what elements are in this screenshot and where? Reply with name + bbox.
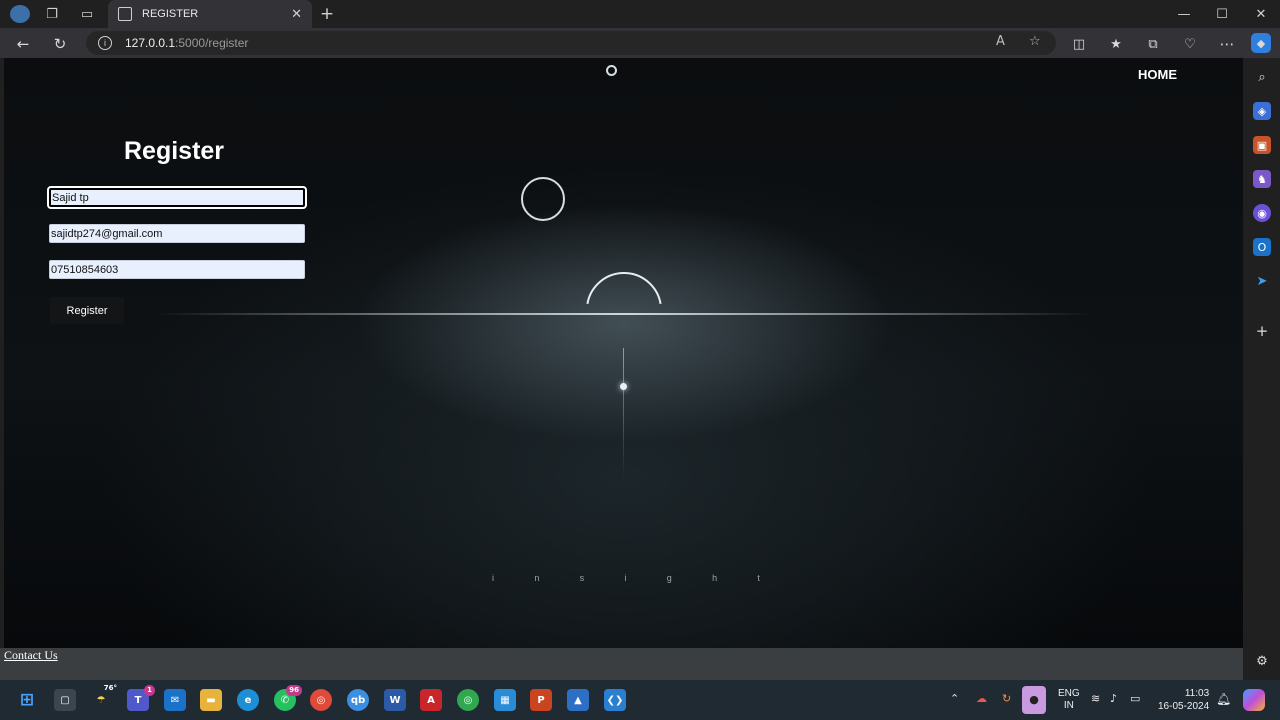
acrobat-icon[interactable]: A (420, 689, 442, 711)
sync-icon[interactable]: ↻ (1002, 692, 1011, 705)
back-button[interactable]: ← (12, 33, 34, 55)
phone-field[interactable] (49, 260, 305, 279)
edge-sidebar: ⌕ ◈ ▣ ♞ ◉ O ➤ + ⚙ (1243, 58, 1280, 680)
favorite-star-icon[interactable]: ☆ (1029, 34, 1041, 49)
calendar-app-icon[interactable]: ▦ (494, 689, 516, 711)
site-info-icon[interactable]: i (98, 36, 112, 50)
taskbar: ⊞ ▢ ☂ 76° T1 ✉ ▬ e ✆ 96 ◎ qb W A ◎ ▦ P ▲ ❮… (0, 680, 1280, 720)
close-window-button[interactable]: ✕ (1252, 5, 1270, 23)
tab-register[interactable]: REGISTER ✕ (108, 0, 312, 28)
background-letters: insight (492, 573, 762, 583)
whatsapp-icon[interactable]: ✆ 96 (274, 685, 302, 711)
shopping-tag-icon[interactable]: ◈ (1253, 102, 1271, 120)
search-icon[interactable]: ⌕ (1253, 68, 1271, 86)
volume-icon[interactable]: ♪ (1110, 692, 1117, 705)
settings-more-button[interactable]: ⋯ (1216, 33, 1238, 55)
file-explorer-icon[interactable]: ▬ (200, 689, 222, 711)
browser-toolbar: ← ↻ i 127.0.0.1:5000/register A ☆ ◫ ★ ⧉ … (0, 28, 1280, 58)
battery-icon[interactable]: ▭ (1130, 692, 1140, 705)
background-dot (620, 383, 627, 390)
nav-home-link[interactable]: HOME (1138, 67, 1177, 82)
weather-temp: 76° (103, 684, 117, 692)
powerpoint-icon[interactable]: P (530, 689, 552, 711)
background-vertical-line (623, 348, 624, 478)
address-host: 127.0.0.1 (125, 36, 176, 50)
clock-date: 16-05-2024 (1158, 701, 1210, 712)
register-page: insight HOME Register Register (4, 58, 1243, 648)
page-favicon-icon (118, 7, 132, 21)
chrome-icon[interactable]: ◎ (310, 689, 332, 711)
photos-icon[interactable]: ▲ (567, 689, 589, 711)
background-horizon-line (154, 313, 1094, 315)
sidebar-settings-icon[interactable]: ⚙ (1253, 652, 1271, 670)
wifi-icon[interactable]: ≋ (1091, 692, 1100, 705)
profile-avatar-icon[interactable] (10, 5, 30, 23)
collections-icon[interactable]: ⧉ (1142, 33, 1164, 55)
vscode-icon[interactable]: ❮❯ (604, 689, 626, 711)
start-windows-icon[interactable]: ⊞ (16, 689, 38, 711)
address-bar[interactable]: i 127.0.0.1:5000/register A ☆ (86, 31, 1056, 55)
tab-bar: ❐ ▭ REGISTER ✕ + — ☐ ✕ (0, 0, 1280, 28)
teams-icon[interactable]: T1 (127, 685, 155, 711)
tray-overflow-icon[interactable]: ⌃ (950, 692, 959, 705)
minimize-button[interactable]: — (1175, 5, 1193, 23)
edge-browser-icon[interactable]: e (237, 689, 259, 711)
address-path: :5000/register (175, 36, 249, 50)
read-aloud-icon[interactable]: A (996, 34, 1005, 49)
page-title: Register (124, 137, 225, 165)
tab-title: REGISTER (142, 8, 199, 20)
tab-actions-icon[interactable]: ▭ (78, 5, 96, 23)
task-view-icon[interactable]: ▢ (54, 689, 76, 711)
onedrive-icon[interactable]: ☁ (976, 692, 987, 705)
word-icon[interactable]: W (384, 689, 406, 711)
microphone-icon[interactable]: ● (1022, 686, 1046, 714)
qbittorrent-icon[interactable]: qb (347, 689, 369, 711)
language-indicator[interactable]: ENG IN (1058, 688, 1080, 712)
games-icon[interactable]: ♞ (1253, 170, 1271, 188)
chrome-profile-icon[interactable]: ◎ (457, 689, 479, 711)
send-icon[interactable]: ➤ (1253, 272, 1271, 290)
favorites-icon[interactable]: ★ (1105, 33, 1127, 55)
page-footer: Contact Us (0, 648, 1243, 680)
new-tab-button[interactable]: + (318, 4, 336, 24)
mail-icon[interactable]: ✉ (164, 689, 186, 711)
weather-icon[interactable]: ☂ 76° (90, 684, 117, 711)
register-button[interactable]: Register (50, 297, 124, 324)
copilot-sidebar-icon[interactable]: ◉ (1253, 204, 1271, 222)
copilot-taskbar-icon[interactable] (1243, 689, 1265, 711)
name-field[interactable] (47, 186, 307, 209)
whatsapp-badge: 96 (286, 685, 302, 696)
email-field[interactable] (49, 224, 305, 243)
tab-close-icon[interactable]: ✕ (291, 7, 302, 22)
background-ring (521, 177, 565, 221)
clock[interactable]: 11:03 16-05-2024 (1158, 687, 1209, 713)
teams-badge: 1 (144, 685, 155, 696)
notifications-bell-icon[interactable]: 🔔︎ (1216, 692, 1231, 706)
tools-briefcase-icon[interactable]: ▣ (1253, 136, 1271, 154)
outlook-icon[interactable]: O (1253, 238, 1271, 256)
language-line2: IN (1063, 700, 1074, 711)
clock-time: 11:03 (1184, 688, 1210, 699)
reload-button[interactable]: ↻ (49, 33, 71, 55)
add-sidebar-app-icon[interactable]: + (1253, 322, 1271, 340)
background-small-ring (606, 65, 617, 76)
copilot-icon[interactable]: ◆ (1251, 33, 1271, 53)
split-screen-icon[interactable]: ◫ (1068, 33, 1090, 55)
language-line1: ENG (1058, 688, 1080, 699)
browser-essentials-icon[interactable]: ♡ (1179, 33, 1201, 55)
contact-us-link[interactable]: Contact Us (4, 648, 58, 663)
workspaces-icon[interactable]: ❐ (43, 5, 61, 23)
maximize-button[interactable]: ☐ (1213, 5, 1231, 23)
background-arc (586, 272, 662, 304)
